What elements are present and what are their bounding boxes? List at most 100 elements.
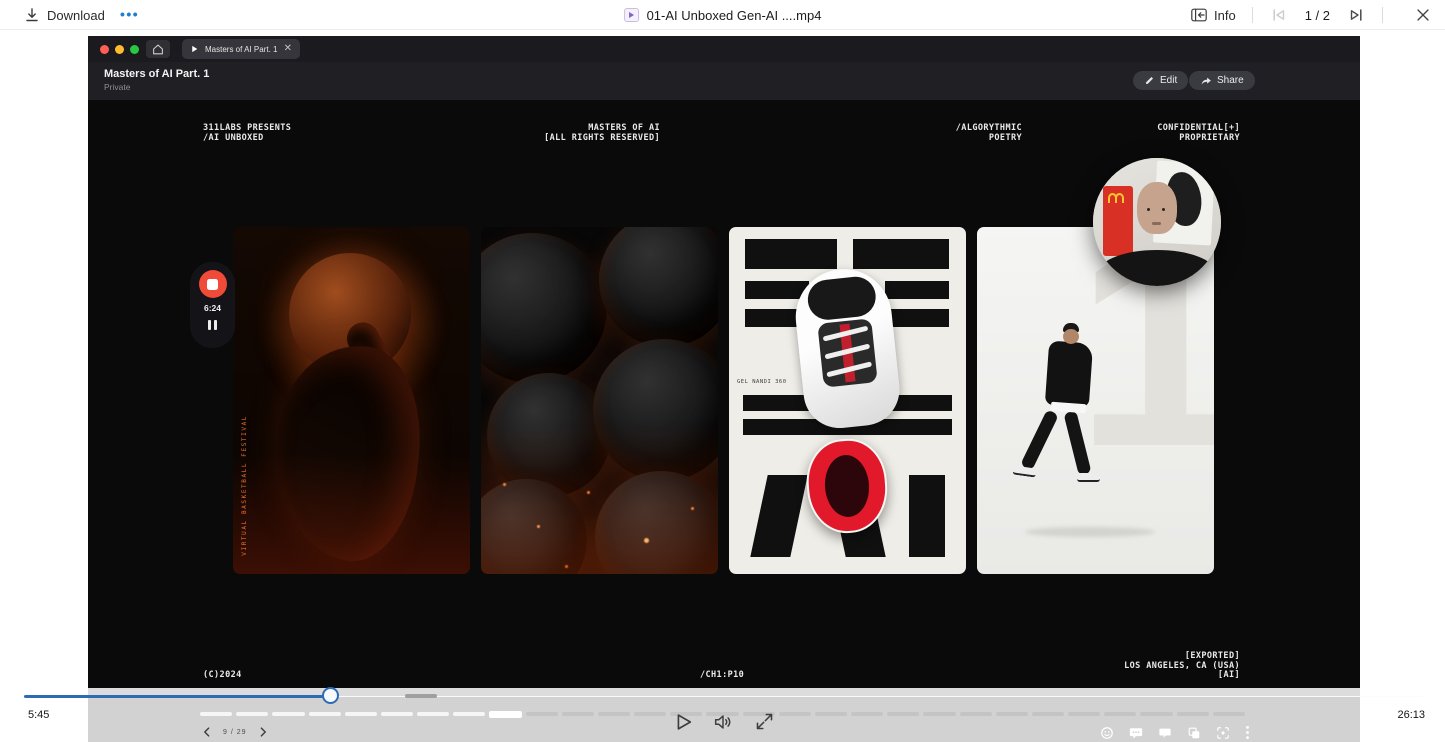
chapter-segment[interactable] (200, 712, 232, 716)
play-icon (672, 711, 694, 733)
chapter-segment[interactable] (1032, 712, 1064, 716)
chapter-segment[interactable] (1104, 712, 1136, 716)
picture-in-picture-button[interactable] (1187, 726, 1201, 740)
captions-button[interactable] (1158, 726, 1172, 739)
presenter-mouth (1152, 222, 1161, 225)
download-button[interactable]: Download (24, 0, 105, 30)
chapter-segment[interactable] (598, 712, 630, 716)
tab-title: Masters of AI Part. 1 (205, 45, 278, 54)
basketball-art (599, 227, 718, 347)
sneaker-model-label: GEL NANDI 360 (737, 379, 787, 385)
edit-label: Edit (1160, 75, 1177, 86)
glyph-block (853, 239, 949, 269)
more-player-options-button[interactable] (1245, 725, 1250, 740)
seek-bar-played[interactable] (24, 695, 330, 698)
ember-sparks (503, 483, 506, 486)
golden-arches-art (1108, 193, 1124, 203)
chapter-segment[interactable] (923, 712, 955, 716)
presenter-head (1137, 182, 1177, 234)
red-poster-art (1103, 186, 1133, 256)
video-file-icon (624, 8, 639, 22)
chapter-segment[interactable] (779, 712, 811, 716)
stop-icon (207, 279, 218, 290)
volume-button[interactable] (712, 711, 734, 738)
more-options-button[interactable]: ••• (120, 0, 139, 29)
chapter-segment[interactable] (1140, 712, 1172, 716)
privacy-label: Private (104, 82, 130, 92)
top-toolbar: Download ••• 01-AI Unboxed Gen-AI ....mp… (0, 0, 1445, 30)
video-frame[interactable]: Masters of AI Part. 1 ✕ Masters of AI Pa… (88, 36, 1360, 688)
seek-scrubber[interactable] (322, 687, 339, 704)
chapter-segment[interactable] (345, 712, 377, 716)
info-button[interactable]: Info (1190, 6, 1236, 24)
chapter-segment[interactable] (417, 712, 449, 716)
video-viewer-window: Download ••• 01-AI Unboxed Gen-AI ....mp… (0, 0, 1445, 742)
fullscreen-icon (754, 711, 775, 732)
current-time-label: 5:45 (28, 709, 49, 721)
sneaker-collar-art (806, 275, 878, 322)
pencil-icon (1144, 75, 1155, 86)
presenter-shoulders (1099, 250, 1215, 286)
focus-mode-button[interactable] (1216, 726, 1230, 740)
previous-file-icon (1269, 6, 1287, 24)
play-button[interactable] (672, 711, 694, 738)
stop-recording-button[interactable] (199, 270, 227, 298)
chapter-segment[interactable] (453, 712, 485, 716)
next-file-icon (1348, 6, 1366, 24)
chapter-segment[interactable] (634, 712, 666, 716)
previous-chapter-icon[interactable] (202, 726, 211, 738)
edit-button: Edit (1133, 71, 1188, 90)
previous-file-button[interactable] (1269, 6, 1287, 24)
traffic-light-minimize-icon (115, 45, 124, 54)
chapter-segment[interactable] (851, 712, 883, 716)
chapter-segment[interactable] (381, 712, 413, 716)
recorded-video-title: Masters of AI Part. 1 (104, 68, 209, 80)
chapter-segment[interactable] (960, 712, 992, 716)
chapter-segment[interactable] (815, 712, 847, 716)
recorded-browser-chrome: Masters of AI Part. 1 ✕ (88, 36, 1360, 62)
pause-recording-button[interactable] (208, 320, 218, 330)
copy-layers-icon (1187, 726, 1201, 740)
chapter-navigation: 9 / 29 (202, 725, 268, 739)
chapter-segment[interactable] (272, 712, 304, 716)
smiley-icon (1100, 726, 1114, 740)
traffic-light-close-icon (100, 45, 109, 54)
chapter-segment[interactable] (1213, 712, 1245, 716)
glyph-block (885, 281, 949, 299)
chapter-segment[interactable] (1177, 712, 1209, 716)
download-label: Download (47, 8, 105, 23)
next-chapter-icon[interactable] (259, 726, 268, 738)
scan-frame-icon (1216, 726, 1230, 740)
info-label: Info (1214, 8, 1236, 23)
glyph-block (909, 475, 945, 557)
poster-basketball-pile (481, 227, 718, 574)
comment-button[interactable] (1129, 726, 1143, 740)
basketball-art (481, 233, 607, 383)
presenter-eye (1147, 208, 1150, 211)
file-title: 01-AI Unboxed Gen-AI ....mp4 (624, 0, 822, 30)
tab-play-icon (190, 44, 199, 54)
chapter-segment[interactable] (1068, 712, 1100, 716)
chapter-segment[interactable] (562, 712, 594, 716)
model-shirt (1051, 402, 1087, 413)
close-button[interactable] (1415, 7, 1431, 23)
fullscreen-button[interactable] (754, 711, 775, 737)
emoji-reaction-button[interactable] (1100, 726, 1114, 740)
file-title-label: 01-AI Unboxed Gen-AI ....mp4 (647, 8, 822, 23)
recording-timer: 6:24 (204, 303, 221, 313)
toolbar-divider (1252, 7, 1253, 23)
chapter-segment[interactable] (526, 712, 558, 716)
chapter-segment[interactable] (489, 711, 521, 718)
kebab-menu-icon (1245, 725, 1250, 740)
chapter-segment[interactable] (309, 712, 341, 716)
next-file-button[interactable] (1348, 6, 1366, 24)
chapter-segment[interactable] (236, 712, 268, 716)
recorded-page-header: Masters of AI Part. 1 Private Edit Share (88, 62, 1360, 100)
model-shoe (1012, 465, 1036, 477)
captions-bubble-icon (1158, 726, 1172, 739)
chapter-segment[interactable] (887, 712, 919, 716)
download-icon (24, 7, 40, 23)
seek-bar-remaining[interactable] (338, 696, 1422, 698)
chapter-segment[interactable] (996, 712, 1028, 716)
poster-basketball-figure: VIRTUAL BASKETBALL FESTIVAL (233, 227, 470, 574)
